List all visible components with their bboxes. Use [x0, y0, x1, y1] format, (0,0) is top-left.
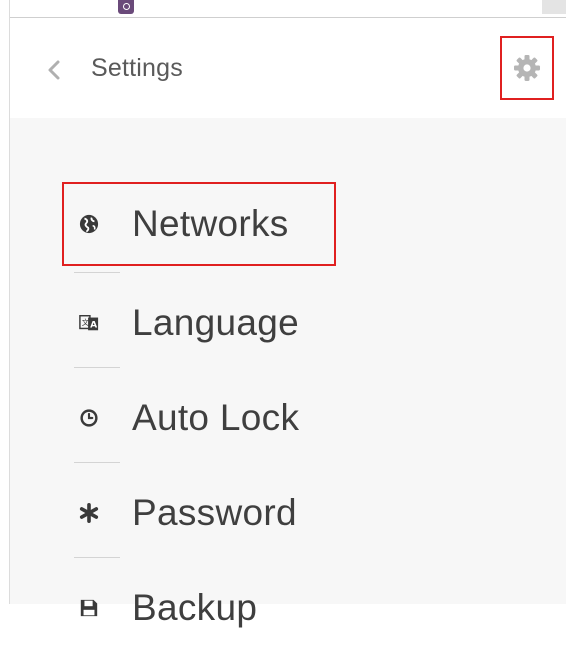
divider [74, 272, 120, 273]
menu-item-label: Password [132, 492, 297, 533]
menu-item-language[interactable]: 文 A Language [64, 281, 484, 365]
menu-item-label: Backup [132, 587, 258, 628]
page-title: Settings [91, 54, 183, 82]
menu-item-backup[interactable]: Backup [64, 566, 484, 650]
clock-icon [78, 407, 100, 429]
app-icon [118, 0, 134, 14]
divider [74, 462, 120, 463]
top-window-strip [0, 0, 566, 18]
settings-panel: Settings Networks 文 A Language Auto Lock… [0, 0, 566, 628]
window-edge [542, 0, 566, 14]
menu-item-auto-lock[interactable]: Auto Lock [64, 376, 484, 460]
menu-item-password[interactable]: Password [64, 471, 484, 555]
translate-icon: 文 A [78, 312, 100, 334]
menu-item-label: Auto Lock [132, 397, 300, 438]
svg-text:A: A [90, 321, 97, 331]
settings-menu: Networks 文 A Language Auto Lock Password… [10, 118, 566, 628]
save-icon [78, 597, 100, 619]
divider [74, 367, 120, 368]
gear-icon [514, 55, 540, 81]
divider [74, 557, 120, 558]
globe-icon [78, 213, 100, 235]
menu-item-networks[interactable]: Networks [64, 182, 484, 266]
settings-header: Settings [10, 18, 566, 118]
left-window-edge [0, 0, 10, 604]
back-button[interactable] [44, 56, 64, 84]
menu-item-label: Networks [132, 203, 289, 244]
menu-item-label: Language [132, 302, 300, 343]
asterisk-icon [78, 502, 100, 524]
settings-gear-button[interactable] [500, 36, 554, 100]
chevron-left-icon [48, 60, 60, 80]
